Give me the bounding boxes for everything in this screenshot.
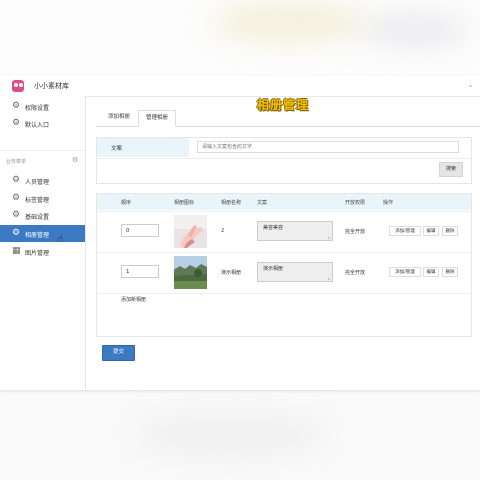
app-title: 小小素材库: [34, 82, 69, 90]
caption-textarea[interactable]: 演示相册 ∟: [257, 262, 333, 282]
tab-manage-album[interactable]: 管理相册: [138, 110, 176, 127]
table-header: 顺序 相册图标 相册名称 文案 开放权限 操作: [97, 194, 471, 210]
background-top: [0, 0, 480, 76]
chevron-down-icon[interactable]: ⌄: [467, 80, 474, 89]
order-input[interactable]: 1: [121, 265, 159, 278]
column-header: 文案: [257, 200, 268, 206]
order-input[interactable]: 0: [121, 224, 159, 237]
search-button[interactable]: 搜索: [439, 162, 463, 177]
sidebar-item-label: 默认入口: [25, 122, 50, 129]
sidebar-item-staff[interactable]: ⚙ 人员管理: [0, 172, 85, 189]
sidebar-section-label: 业务菜单: [6, 159, 27, 165]
gear-icon: ⚙: [12, 193, 21, 203]
gear-icon: ⚙: [12, 101, 21, 111]
column-header: 相册图标: [174, 200, 195, 206]
gear-icon: ⚙: [12, 118, 21, 128]
column-header: 顺序: [121, 200, 132, 206]
sidebar-item-label: 人员管理: [25, 179, 50, 186]
tab-bar: 添加相册 管理相册: [96, 110, 480, 127]
album-thumbnail: [174, 215, 207, 248]
sidebar-item-label: 图片管理: [25, 250, 50, 257]
resize-grip-icon[interactable]: ∟: [328, 276, 331, 281]
caption-textarea[interactable]: 美容美容 ∟: [257, 221, 333, 241]
manage-images-button[interactable]: 添加/管理: [389, 267, 421, 277]
sidebar-divider: [0, 150, 85, 151]
sidebar-item-tags[interactable]: ⚙ 标签管理: [0, 190, 85, 207]
gear-icon: ⚙: [12, 175, 21, 185]
manage-images-button[interactable]: 添加/管理: [389, 226, 421, 236]
column-header: 相册名称: [221, 200, 242, 206]
submit-button[interactable]: 提交: [102, 345, 135, 361]
sidebar-item-albums[interactable]: ⚙ 相册管理: [0, 225, 85, 242]
album-name: 演示相册: [221, 270, 242, 276]
gear-icon[interactable]: ⚙: [72, 156, 78, 164]
search-label-cell: 文案: [97, 138, 189, 157]
mouse-cursor-icon: ☝: [57, 234, 64, 245]
sidebar-item-label: 权限设置: [25, 105, 50, 112]
sidebar-item-basic-settings[interactable]: ⚙ 基础设置: [0, 207, 85, 224]
gear-icon: ⚙: [12, 210, 21, 220]
search-label: 文案: [111, 146, 123, 152]
delete-button[interactable]: 删除: [442, 267, 458, 277]
app-logo: [12, 80, 24, 92]
sidebar-item-default-entry[interactable]: ⚙ 默认入口: [0, 115, 85, 132]
sidebar-item-label: 基础设置: [25, 214, 50, 221]
table-row: 1 演示相册 演示相册 ∟ 完全开放 添加/管理 编辑 删除: [97, 252, 471, 293]
column-header: 开放权限: [345, 200, 366, 206]
permission-text: 完全开放: [345, 270, 366, 276]
album-table: 顺序 相册图标 相册名称 文案 开放权限 操作 0 2 美容美容 ∟ 完全开放 …: [96, 193, 472, 337]
table-row: 0 2 美容美容 ∟ 完全开放 添加/管理 编辑 删除: [97, 211, 471, 252]
grid-icon: ▦: [12, 246, 21, 256]
caption-text: 演示相册: [263, 266, 284, 272]
caption-text: 美容美容: [263, 225, 284, 231]
search-panel: 文案 搜索: [96, 137, 472, 184]
resize-grip-icon[interactable]: ∟: [328, 235, 331, 240]
sidebar-item-permissions[interactable]: ⚙ 权限设置: [0, 98, 85, 115]
edit-button[interactable]: 编辑: [423, 226, 439, 236]
main-content: 相册管理 添加相册 管理相册 文案 搜索 顺序 相册图标 相册名称 文案 开放权…: [86, 96, 480, 390]
divider: [97, 158, 471, 159]
album-name: 2: [221, 228, 225, 234]
sidebar-item-images[interactable]: ▦ 图片管理: [0, 243, 85, 260]
sidebar-item-label: 标签管理: [25, 197, 50, 204]
tab-add-album[interactable]: 添加相册: [102, 110, 136, 125]
table-row-add: 添加新相册: [97, 293, 471, 336]
column-header: 操作: [383, 200, 394, 206]
sidebar: ⚙ 权限设置 ⚙ 默认入口 业务菜单 ⚙ ⚙ 人员管理 ⚙ 标签管理 ⚙ 基础设…: [0, 96, 86, 390]
permission-text: 完全开放: [345, 229, 366, 235]
album-thumbnail: [174, 256, 207, 289]
sidebar-item-label: 相册管理: [25, 232, 50, 239]
delete-button[interactable]: 删除: [442, 226, 458, 236]
background-bottom: [0, 390, 480, 480]
edit-button[interactable]: 编辑: [423, 267, 439, 277]
search-input[interactable]: [197, 141, 459, 153]
app-window: 小小素材库 ⌄ ⚙ 权限设置 ⚙ 默认入口 业务菜单 ⚙ ⚙ 人员管理 ⚙ 标签…: [0, 76, 480, 390]
app-header: 小小素材库 ⌄: [0, 76, 480, 97]
gear-icon: ⚙: [12, 228, 21, 238]
add-album-link[interactable]: 添加新相册: [121, 296, 146, 303]
